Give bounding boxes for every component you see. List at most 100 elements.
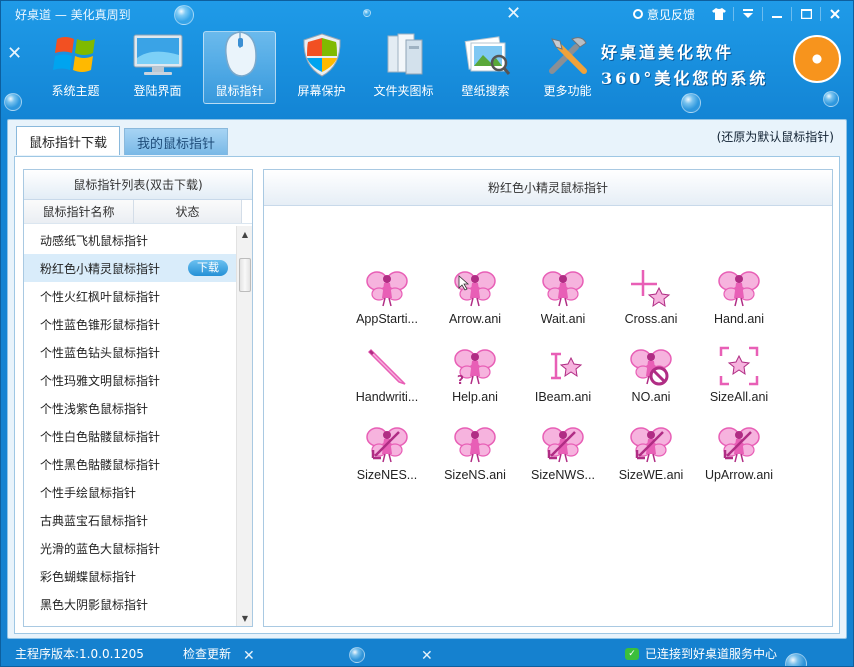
tool-label: 屏幕保护 xyxy=(297,84,346,98)
mouse-icon xyxy=(214,30,266,78)
check-update-link[interactable]: 检查更新 xyxy=(183,645,231,662)
title-bar[interactable]: 好桌道 — 美化真周到 意见反馈 xyxy=(1,1,853,27)
pointer-list-header: 鼠标指针列表(双击下载) xyxy=(24,170,252,200)
window-title: 好桌道 — 美化真周到 xyxy=(15,8,131,22)
pencil-icon xyxy=(365,344,409,388)
list-item[interactable]: 个性浅紫色鼠标指针 xyxy=(24,394,236,422)
tools-icon xyxy=(542,32,594,78)
list-item[interactable]: 动感纸飞机鼠标指针 xyxy=(24,226,236,254)
cursor-preview-item[interactable]: Arrow.ani xyxy=(432,266,518,326)
cursor-preview-item[interactable]: ? Help.ani xyxy=(432,344,518,404)
fairy-resize-icon xyxy=(365,422,409,466)
cursor-file-label: AppStarti... xyxy=(356,312,418,326)
cursor-preview-item[interactable]: AppStarti... xyxy=(344,266,430,326)
tool-label: 更多功能 xyxy=(543,84,592,98)
column-header-name[interactable]: 鼠标指针名称 xyxy=(24,200,134,223)
list-item-label: 个性白色骷髅鼠标指针 xyxy=(40,429,161,444)
tool-mouse-pointer[interactable]: 鼠标指针 xyxy=(203,31,276,104)
minimize-button[interactable] xyxy=(765,4,789,24)
tool-more-features[interactable]: 更多功能 xyxy=(531,31,604,104)
list-item[interactable]: 黑色大阴影鼠标指针 xyxy=(24,590,236,618)
restore-default-link[interactable]: (还原为默认鼠标指针) xyxy=(717,128,834,145)
cursor-preview-item[interactable]: IBeam.ani xyxy=(520,344,606,404)
fairy-icon xyxy=(541,266,585,310)
list-item-label: 个性蓝色锥形鼠标指针 xyxy=(40,317,161,332)
feedback-link[interactable]: 意见反馈 xyxy=(632,6,695,23)
list-item-label: 粉红色小精灵鼠标指针 xyxy=(40,261,161,276)
list-item-label: 个性玛雅文明鼠标指针 xyxy=(40,373,161,388)
title-separator xyxy=(820,7,821,21)
list-item[interactable]: 个性玛雅文明鼠标指针 xyxy=(24,366,236,394)
folder-icon xyxy=(378,32,430,78)
version-text: 主程序版本:1.0.0.1205 xyxy=(15,647,144,661)
tab-bar: 鼠标指针下载 我的鼠标指针 xyxy=(16,126,229,155)
list-scrollbar[interactable]: ▲ ▼ xyxy=(236,226,252,626)
cursor-preview-item[interactable]: Hand.ani xyxy=(696,266,782,326)
brand-slogan-1: 好桌道美化软件 xyxy=(601,43,735,62)
tab-my-pointers[interactable]: 我的鼠标指针 xyxy=(124,128,229,155)
list-item[interactable]: 粉红色小精灵鼠标指针 下载 xyxy=(24,254,236,282)
orange-logo-icon xyxy=(793,35,841,83)
title-separator xyxy=(733,7,734,21)
connection-status: ✓ 已连接到好桌道服务中心 xyxy=(624,645,777,662)
cursor-preview-item[interactable]: Handwriti... xyxy=(344,344,430,404)
tool-login-screen[interactable]: 登陆界面 xyxy=(121,31,194,104)
maximize-button[interactable] xyxy=(794,4,818,24)
cursor-preview-item[interactable]: Wait.ani xyxy=(520,266,606,326)
tab-body: 鼠标指针列表(双击下载) 鼠标指针名称 状态 动感纸飞机鼠标指针 粉红色小精灵鼠标… xyxy=(14,156,840,634)
cursor-file-label: Help.ani xyxy=(452,390,498,404)
close-button[interactable] xyxy=(823,4,847,24)
tab-pointer-download[interactable]: 鼠标指针下载 xyxy=(16,126,121,155)
cursor-preview-item[interactable]: Cross.ani xyxy=(608,266,694,326)
cursor-file-label: Hand.ani xyxy=(713,312,765,326)
list-item[interactable]: 个性火红枫叶鼠标指针 xyxy=(24,282,236,310)
cursor-preview-item[interactable]: SizeAll.ani xyxy=(696,344,782,404)
cursor-file-label: UpArrow.ani xyxy=(704,468,774,482)
list-item-label: 个性火红枫叶鼠标指针 xyxy=(40,289,161,304)
pointer-preview-panel: 粉红色小精灵鼠标指针 AppStarti... Arrow.ani Wait.ani… xyxy=(263,169,833,627)
list-item[interactable]: 古典蓝宝石鼠标指针 xyxy=(24,506,236,534)
cursor-preview-item[interactable]: SizeWE.ani xyxy=(608,422,694,482)
cursor-preview-item[interactable]: SizeNES... xyxy=(344,422,430,482)
list-item[interactable]: 个性黑色骷髅鼠标指针 xyxy=(24,450,236,478)
column-header-status[interactable]: 状态 xyxy=(134,200,242,223)
content-panel: 鼠标指针下载 我的鼠标指针 (还原为默认鼠标指针) 鼠标指针列表(双击下载) 鼠… xyxy=(7,119,847,639)
scrollbar-thumb[interactable] xyxy=(239,258,251,292)
cursor-file-label: NO.ani xyxy=(631,390,671,404)
tool-wallpaper-search[interactable]: 壁纸搜索 xyxy=(449,31,522,104)
list-item[interactable]: 光滑的蓝色大鼠标指针 xyxy=(24,534,236,562)
cursor-preview-item[interactable]: SizeNWS... xyxy=(520,422,606,482)
scroll-down-arrow-icon[interactable]: ▼ xyxy=(237,610,253,626)
tool-system-theme[interactable]: 系统主题 xyxy=(39,31,112,104)
cursor-preview-item[interactable]: UpArrow.ani xyxy=(696,422,782,482)
cursor-preview-item[interactable]: NO.ani xyxy=(608,344,694,404)
decorative-bubble xyxy=(4,93,22,111)
cursor-preview-item[interactable]: SizeNS.ani xyxy=(432,422,518,482)
decorative-bubble xyxy=(823,91,839,107)
list-item-label: 个性黑色骷髅鼠标指针 xyxy=(40,457,161,472)
skin-button[interactable] xyxy=(707,4,731,24)
list-item[interactable]: 个性蓝色钻头鼠标指针 xyxy=(24,338,236,366)
minimize-icon xyxy=(772,16,782,18)
shield-icon xyxy=(296,32,348,78)
title-separator xyxy=(791,7,792,21)
fairy-arrow-icon xyxy=(453,266,497,310)
download-button[interactable]: 下载 xyxy=(188,260,228,276)
menu-button[interactable] xyxy=(736,4,760,24)
brand-slogan-2: 360°美化您的系统 xyxy=(601,69,769,88)
list-item[interactable]: 个性白色骷髅鼠标指针 xyxy=(24,422,236,450)
tool-label: 壁纸搜索 xyxy=(461,84,510,98)
fairy-resize-icon xyxy=(541,422,585,466)
list-item[interactable]: 彩色蝴蝶鼠标指针 xyxy=(24,562,236,590)
tool-label: 文件夹图标 xyxy=(373,84,434,98)
tool-folder-icons[interactable]: 文件夹图标 xyxy=(367,31,440,104)
scroll-up-arrow-icon[interactable]: ▲ xyxy=(237,226,253,242)
preview-title: 粉红色小精灵鼠标指针 xyxy=(264,170,832,206)
tool-screensaver[interactable]: 屏幕保护 xyxy=(285,31,358,104)
list-item[interactable]: 个性蓝色锥形鼠标指针 xyxy=(24,310,236,338)
list-item-label: 古典蓝宝石鼠标指针 xyxy=(40,513,149,528)
cursor-file-label: SizeNWS... xyxy=(531,468,595,482)
list-item[interactable]: 个性手绘鼠标指针 xyxy=(24,478,236,506)
title-actions: 意见反馈 xyxy=(632,4,847,24)
cursor-file-label: SizeNS.ani xyxy=(444,468,506,482)
